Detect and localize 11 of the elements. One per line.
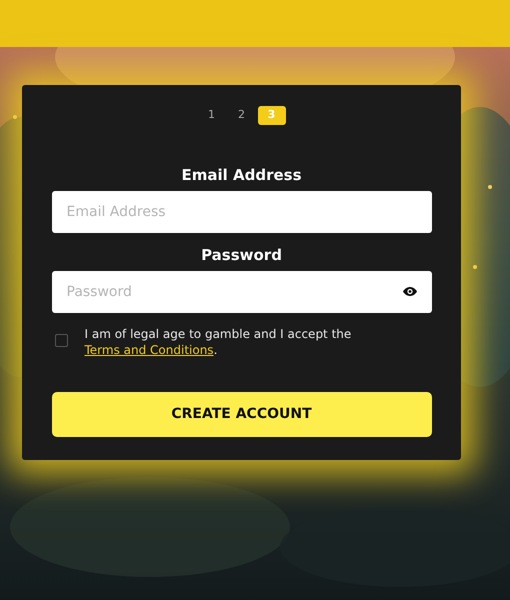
eye-icon[interactable]	[402, 287, 416, 296]
create-account-button[interactable]: CREATE ACCOUNT	[52, 392, 432, 437]
field-label: Email Address	[181, 165, 302, 185]
email-field[interactable]: Email Address	[52, 191, 432, 233]
step-tab[interactable]: 2	[228, 106, 256, 125]
step-tab[interactable]: 1	[198, 106, 226, 125]
checkbox[interactable]	[54, 334, 68, 347]
terms-link[interactable]: Terms and Conditions	[84, 343, 214, 357]
field-label: Password	[201, 245, 282, 265]
password-field[interactable]: Password	[52, 271, 432, 313]
consent-text: I am of legal age to gamble and I accept the Terms and Conditions.	[84, 326, 352, 358]
